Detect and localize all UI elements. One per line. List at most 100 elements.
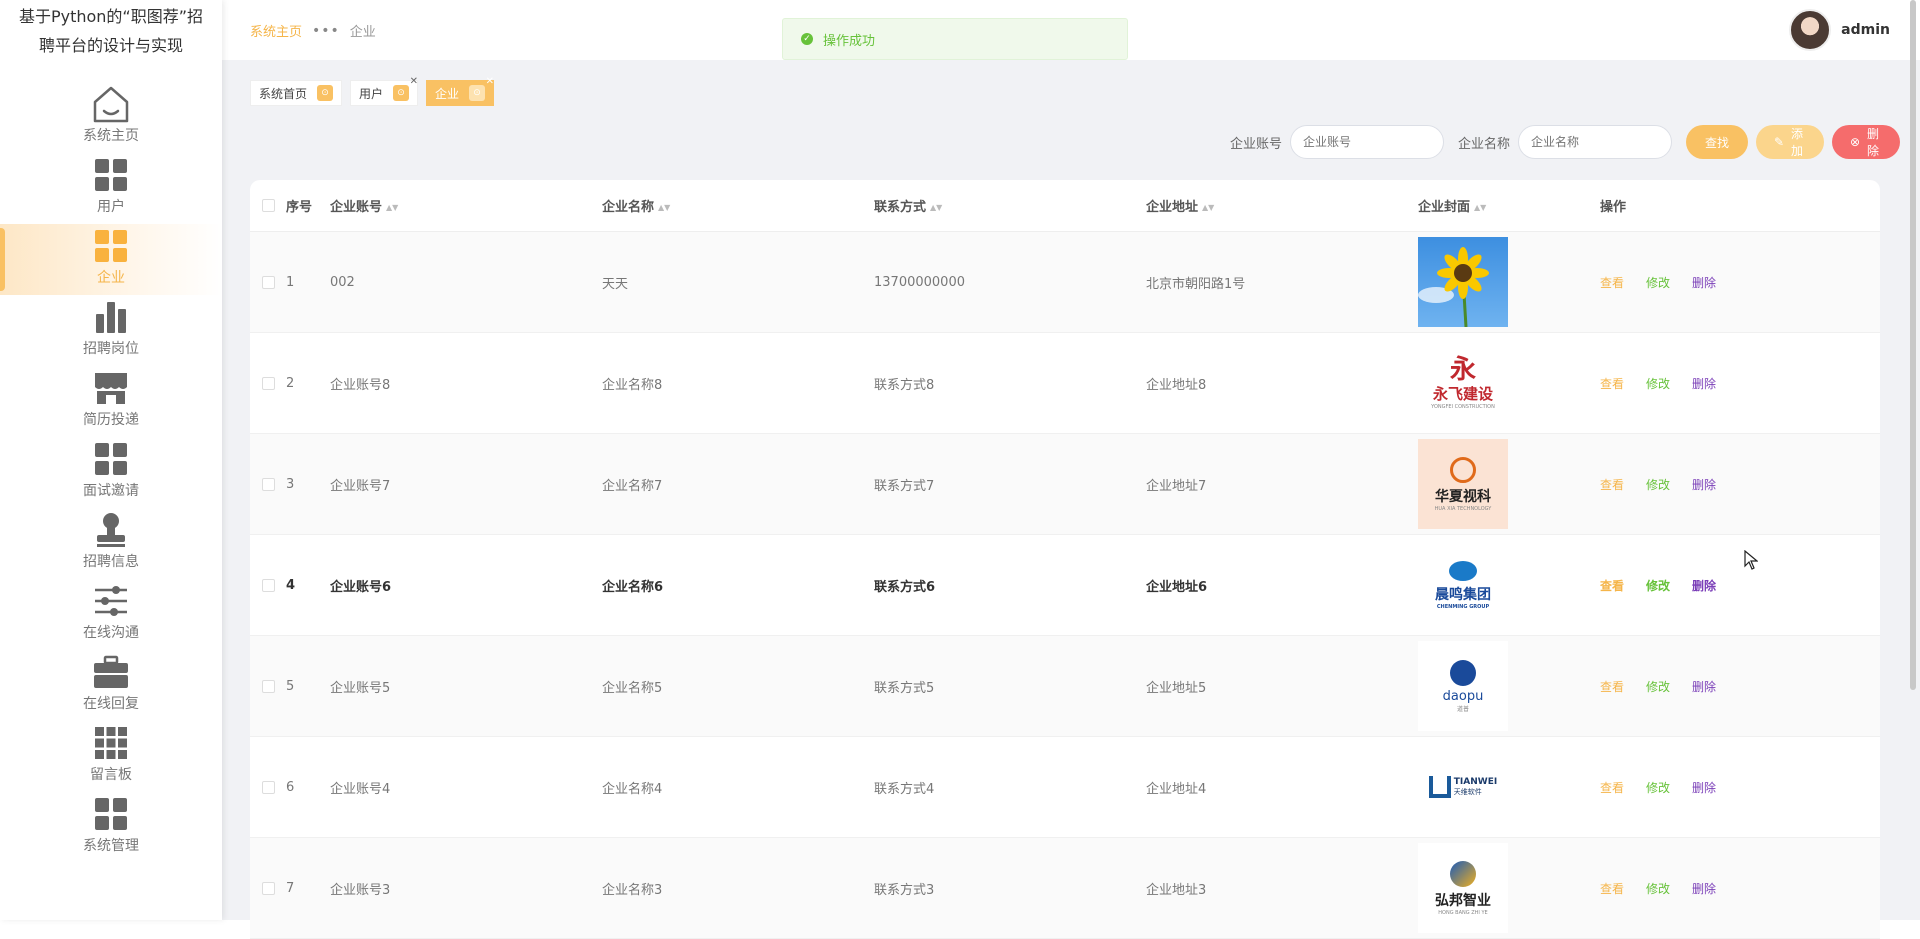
delete-link[interactable]: 删除	[1692, 274, 1716, 291]
cell-account: 企业账号8	[330, 377, 391, 393]
table-row: 1 002 天天 13700000000 北京市朝阳路1号 查看 修改 删除	[250, 232, 1880, 333]
logo-text: 晨鸣集团	[1435, 586, 1491, 603]
header-name[interactable]: 企业名称 ▲▼	[602, 196, 874, 215]
cell-name: 企业名称7	[602, 478, 663, 494]
cover-image-logo[interactable]: 永 永飞建设 YONGFEI CONSTRUCTION	[1418, 338, 1508, 428]
delete-link[interactable]: 删除	[1692, 678, 1716, 695]
success-toast: ✓ 操作成功	[782, 18, 1128, 60]
cell-address: 企业地址7	[1146, 478, 1207, 494]
select-all-checkbox[interactable]	[262, 199, 275, 212]
close-icon[interactable]: ✕	[410, 76, 418, 87]
view-link[interactable]: 查看	[1600, 779, 1624, 796]
sidebar-item-home[interactable]: 系统主页	[0, 82, 222, 153]
cover-image-logo[interactable]: 晨鸣集团 CHENMING GROUP	[1418, 540, 1508, 630]
sort-icon[interactable]: ▲▼	[930, 203, 942, 212]
tag-icon: ⊙	[393, 85, 410, 101]
delete-link[interactable]: 删除	[1692, 880, 1716, 897]
user-menu[interactable]: admin	[1789, 9, 1890, 51]
cover-image-logo[interactable]: TIANWEI 天维软件	[1418, 742, 1508, 832]
sliders-icon	[94, 579, 128, 623]
app-title: 基于Python的“职图荐”招聘平台的设计与实现	[18, 7, 204, 55]
search-button[interactable]: 查找	[1686, 125, 1748, 159]
sidebar-item-resume[interactable]: 简历投递	[0, 366, 222, 437]
header-account[interactable]: 企业账号 ▲▼	[330, 196, 602, 215]
sort-icon[interactable]: ▲▼	[386, 203, 398, 212]
close-icon[interactable]: ✕	[486, 76, 494, 87]
sort-icon[interactable]: ▲▼	[658, 203, 670, 212]
remove-circle-icon: ⊗	[1850, 135, 1861, 149]
cover-image-sunflower[interactable]	[1418, 237, 1508, 327]
home-icon	[90, 82, 132, 126]
cell-phone: 联系方式3	[874, 882, 935, 898]
sidebar-item-label: 系统主页	[83, 128, 139, 144]
cell-index: 5	[286, 678, 295, 694]
batch-delete-button[interactable]: ⊗ 删除	[1832, 125, 1900, 159]
cover-image-logo[interactable]: 华夏视科 HUA XIA TECHNOLOGY	[1418, 439, 1508, 529]
tag-enterprise[interactable]: 企业 ⊙ ✕	[426, 76, 495, 106]
sidebar-item-recruit-info[interactable]: 招聘信息	[0, 508, 222, 579]
edit-link[interactable]: 修改	[1646, 274, 1670, 291]
edit-link[interactable]: 修改	[1646, 476, 1670, 493]
row-checkbox[interactable]	[262, 275, 275, 289]
sidebar-item-label: 简历投递	[83, 412, 139, 428]
tag-home[interactable]: 系统首页 ⊙	[250, 80, 343, 106]
view-link[interactable]: 查看	[1600, 880, 1624, 897]
account-search-input[interactable]	[1289, 125, 1444, 159]
cell-address: 企业地址5	[1146, 680, 1207, 696]
edit-link[interactable]: 修改	[1646, 678, 1670, 695]
edit-link[interactable]: 修改	[1646, 577, 1670, 594]
cell-index: 2	[286, 375, 295, 391]
header-address[interactable]: 企业地址 ▲▼	[1146, 196, 1418, 215]
sidebar-item-enterprise[interactable]: 企业	[0, 224, 222, 295]
sort-icon[interactable]: ▲▼	[1202, 203, 1214, 212]
row-checkbox[interactable]	[262, 477, 275, 491]
view-link[interactable]: 查看	[1600, 678, 1624, 695]
row-checkbox[interactable]	[262, 376, 275, 390]
table-row: 4 企业账号6 企业名称6 联系方式6 企业地址6 晨鸣集团 CHENMING …	[250, 535, 1880, 636]
header-ops: 操作	[1600, 200, 1627, 215]
header-cover[interactable]: 企业封面 ▲▼	[1418, 196, 1600, 215]
cell-index: 1	[286, 274, 295, 290]
username[interactable]: admin	[1841, 22, 1890, 38]
page-scrollbar[interactable]	[1910, 0, 1916, 690]
view-link[interactable]: 查看	[1600, 375, 1624, 392]
view-link[interactable]: 查看	[1600, 476, 1624, 493]
toolbox-icon	[93, 650, 129, 694]
row-checkbox[interactable]	[262, 679, 275, 693]
edit-link[interactable]: 修改	[1646, 375, 1670, 392]
header-phone[interactable]: 联系方式 ▲▼	[874, 196, 1146, 215]
row-checkbox[interactable]	[262, 578, 275, 592]
avatar[interactable]	[1789, 9, 1832, 51]
view-link[interactable]: 查看	[1600, 577, 1624, 594]
cover-image-logo[interactable]: daopu 道普	[1418, 641, 1508, 731]
sidebar-item-jobs[interactable]: 招聘岗位	[0, 295, 222, 366]
logo-mark	[1450, 456, 1476, 483]
delete-link[interactable]: 删除	[1692, 779, 1716, 796]
view-link[interactable]: 查看	[1600, 274, 1624, 291]
sidebar-item-label: 用户	[97, 199, 125, 215]
name-search-input[interactable]	[1518, 125, 1672, 159]
tag-users[interactable]: 用户 ⊙ ✕	[350, 76, 419, 106]
check-circle-icon: ✓	[801, 33, 813, 45]
delete-link[interactable]: 删除	[1692, 577, 1716, 594]
edit-link[interactable]: 修改	[1646, 880, 1670, 897]
sidebar-item-chat[interactable]: 在线沟通	[0, 579, 222, 650]
sidebar-item-interview[interactable]: 面试邀请	[0, 437, 222, 508]
add-button[interactable]: ✎ 添加	[1756, 125, 1824, 159]
logo-subtext: 天维软件	[1453, 788, 1482, 796]
sidebar-item-message-board[interactable]: 留言板	[0, 721, 222, 792]
logo-text: TIANWEI	[1453, 777, 1498, 787]
grid-icon	[94, 224, 128, 268]
sidebar-item-reply[interactable]: 在线回复	[0, 650, 222, 721]
sidebar-item-system[interactable]: 系统管理	[0, 792, 222, 863]
cell-name: 企业名称6	[602, 579, 664, 595]
row-checkbox[interactable]	[262, 881, 275, 895]
edit-link[interactable]: 修改	[1646, 779, 1670, 796]
delete-link[interactable]: 删除	[1692, 476, 1716, 493]
bar-chart-icon	[94, 295, 128, 339]
breadcrumb-home[interactable]: 系统主页	[250, 21, 302, 40]
delete-link[interactable]: 删除	[1692, 375, 1716, 392]
sidebar-item-users[interactable]: 用户	[0, 153, 222, 224]
sort-icon[interactable]: ▲▼	[1474, 203, 1486, 212]
row-checkbox[interactable]	[262, 780, 275, 794]
